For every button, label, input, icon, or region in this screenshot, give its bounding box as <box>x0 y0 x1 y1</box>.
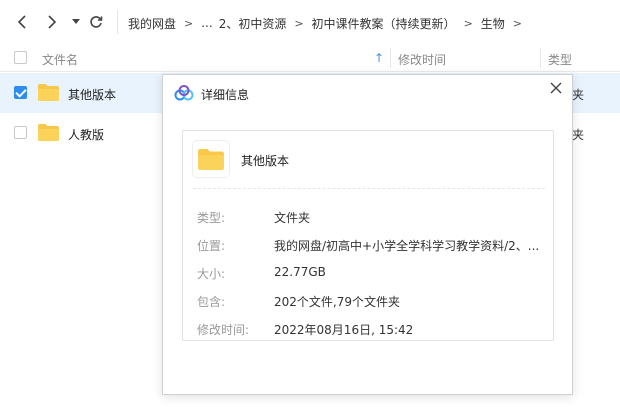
folder-icon <box>38 84 59 101</box>
file-type: 夹 <box>572 88 585 102</box>
details-dialog: 详细信息 其他版本 类型: 文件夹 位置: 我的网盘/初高中+小学全学科学习教学… <box>162 74 573 395</box>
folder-preview <box>193 141 229 177</box>
breadcrumb-separator: > <box>294 16 304 30</box>
detail-label: 包含: <box>197 295 226 309</box>
column-divider[interactable] <box>390 48 391 68</box>
caret-down-icon <box>72 19 80 24</box>
folder-icon <box>38 124 59 141</box>
chevron-left-icon <box>17 15 26 29</box>
breadcrumb-courseware[interactable]: 初中课件教案（持续更新） <box>312 15 456 32</box>
row-checkbox[interactable] <box>14 126 27 139</box>
file-name: 其他版本 <box>68 88 117 102</box>
refresh-icon <box>90 16 103 28</box>
toolbar-divider <box>117 10 118 34</box>
breadcrumb-root[interactable]: 我的网盘 <box>128 15 176 32</box>
breadcrumb: 我的网盘 > ... 2、初中资源 > 初中课件教案（持续更新） > 生物 > <box>128 14 530 32</box>
detail-label: 大小: <box>197 267 226 281</box>
forward-button[interactable] <box>42 12 62 32</box>
close-icon[interactable] <box>549 81 563 95</box>
detail-value: 22.77GB <box>274 265 326 279</box>
breadcrumb-junior-resources[interactable]: 2、初中资源 <box>219 15 287 32</box>
detail-label: 类型: <box>197 211 226 225</box>
details-panel: 其他版本 类型: 文件夹 位置: 我的网盘/初高中+小学全学科学习教学资料/2、… <box>182 130 554 341</box>
breadcrumb-separator: > <box>512 16 523 30</box>
column-header-name[interactable]: 文件名 <box>42 51 78 68</box>
detail-label: 修改时间: <box>197 323 250 337</box>
divider <box>193 188 545 189</box>
file-name: 人教版 <box>68 128 105 142</box>
folder-icon <box>198 148 224 170</box>
file-type: 夹 <box>572 128 585 142</box>
detail-value: 202个文件,79个文件夹 <box>274 295 400 309</box>
history-dropdown-button[interactable] <box>66 12 86 32</box>
folder-name: 其他版本 <box>241 154 290 168</box>
file-list-header: 文件名 ↑ 修改时间 类型 <box>0 44 620 72</box>
toolbar: 我的网盘 > ... 2、初中资源 > 初中课件教案（持续更新） > 生物 > <box>0 0 620 44</box>
back-button[interactable] <box>12 12 32 32</box>
detail-value: 2022年08月16日, 15:42 <box>274 323 414 337</box>
sort-ascending-icon[interactable]: ↑ <box>374 51 384 65</box>
breadcrumb-ellipsis[interactable]: ... <box>201 16 212 30</box>
column-header-type[interactable]: 类型 <box>548 51 572 68</box>
select-all-checkbox[interactable] <box>14 51 27 64</box>
detail-label: 位置: <box>197 239 226 253</box>
row-checkbox[interactable] <box>14 86 27 99</box>
breadcrumb-biology[interactable]: 生物 <box>481 15 505 32</box>
refresh-button[interactable] <box>86 12 106 32</box>
breadcrumb-separator: > <box>463 16 473 30</box>
cloud-logo-icon <box>174 85 194 101</box>
detail-value: 文件夹 <box>274 211 311 225</box>
detail-value[interactable]: 我的网盘/初高中+小学全学科学习教学资料/2、... <box>274 237 539 254</box>
column-divider[interactable] <box>540 48 541 68</box>
breadcrumb-separator: > <box>184 16 194 30</box>
column-header-mtime[interactable]: 修改时间 <box>398 51 446 68</box>
dialog-title: 详细信息 <box>201 88 250 102</box>
chevron-right-icon <box>48 15 57 29</box>
